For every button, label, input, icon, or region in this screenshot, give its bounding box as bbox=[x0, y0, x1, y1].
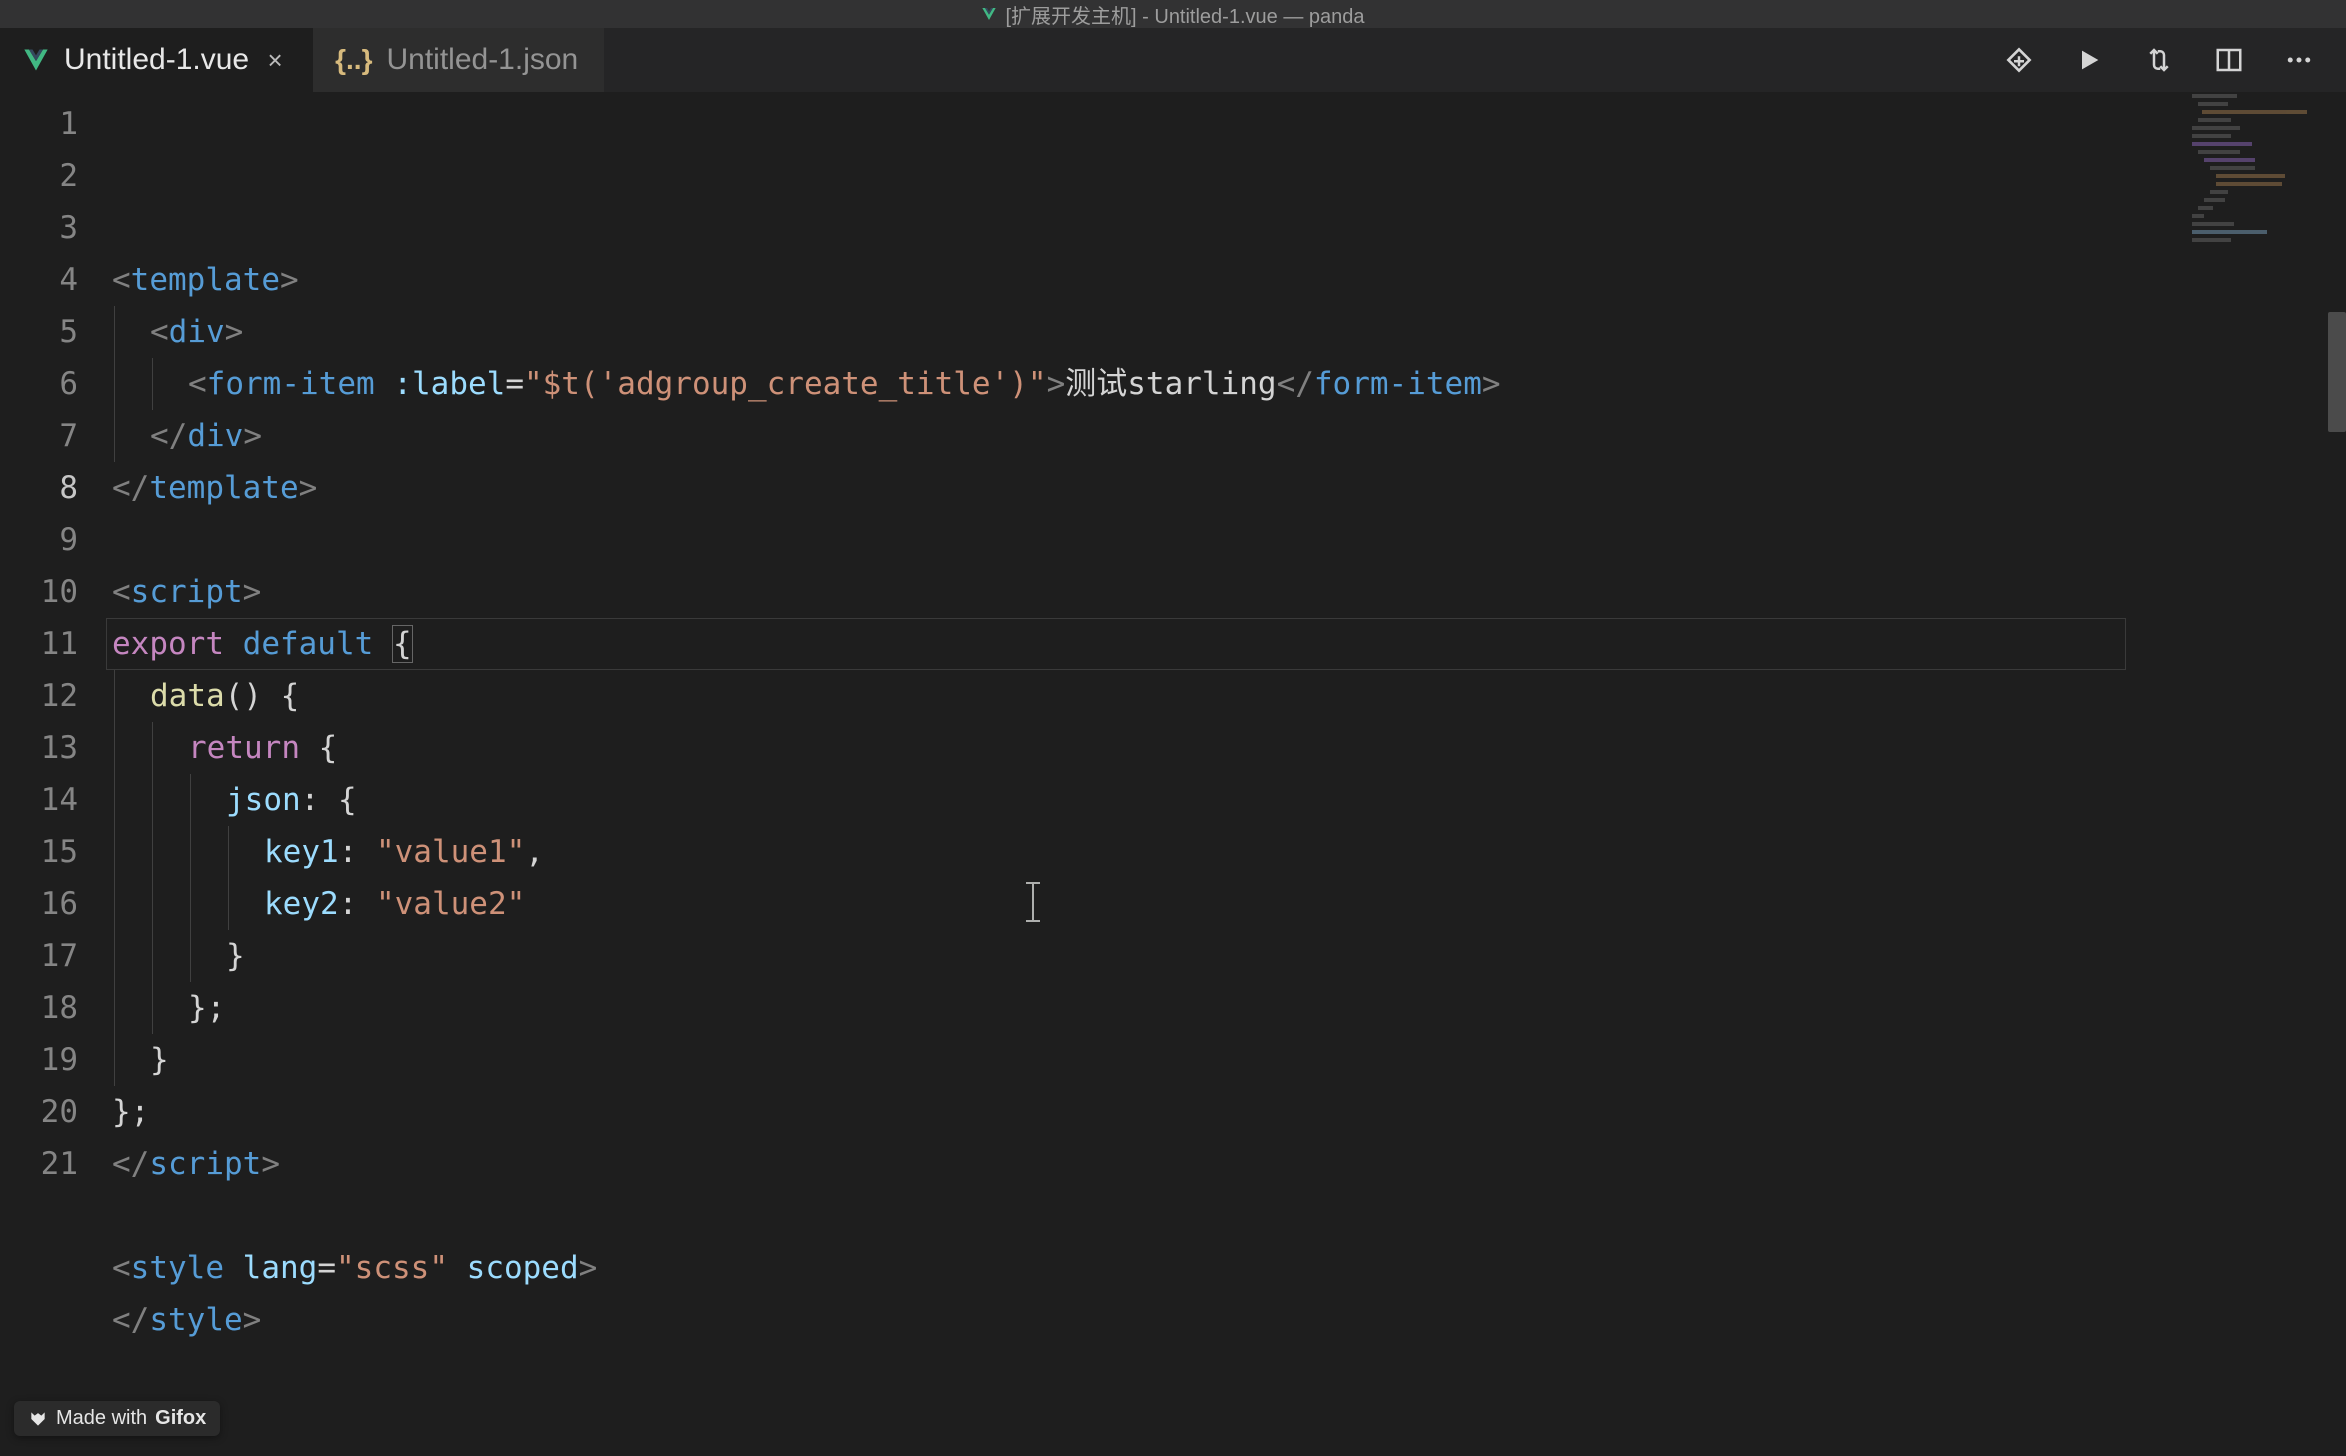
tab-label: Untitled-1.json bbox=[386, 43, 578, 77]
code-line[interactable]: key2: "value2" bbox=[112, 878, 2346, 930]
code-line[interactable]: key1: "value1", bbox=[112, 826, 2346, 878]
line-number: 12 bbox=[0, 670, 78, 722]
more-actions-icon[interactable] bbox=[2282, 43, 2316, 77]
line-number: 18 bbox=[0, 982, 78, 1034]
window-title-text: [扩展开发主机] - Untitled-1.vue — panda bbox=[1005, 0, 1364, 29]
line-number: 3 bbox=[0, 202, 78, 254]
line-number: 9 bbox=[0, 514, 78, 566]
run-icon[interactable] bbox=[2072, 43, 2106, 77]
code-line[interactable]: <form-item :label="$t('adgroup_create_ti… bbox=[112, 358, 2346, 410]
code-line[interactable]: </template> bbox=[112, 462, 2346, 514]
code-content[interactable]: <template><div><form-item :label="$t('ad… bbox=[112, 92, 2346, 1456]
line-number: 10 bbox=[0, 566, 78, 618]
line-number: 20 bbox=[0, 1086, 78, 1138]
line-number: 13 bbox=[0, 722, 78, 774]
editor-tabs-row: Untitled-1.vue × {..} Untitled-1.json bbox=[0, 28, 2346, 92]
code-line[interactable] bbox=[112, 514, 2346, 566]
vue-file-icon bbox=[981, 6, 997, 22]
line-number: 14 bbox=[0, 774, 78, 826]
code-line[interactable]: }; bbox=[112, 982, 2346, 1034]
editor-area[interactable]: 123456789101112131415161718192021 <templ… bbox=[0, 92, 2346, 1456]
close-icon[interactable]: × bbox=[263, 45, 287, 76]
code-line[interactable]: }; bbox=[112, 1086, 2346, 1138]
gifox-text-prefix: Made with bbox=[56, 1407, 147, 1430]
code-line[interactable]: </script> bbox=[112, 1138, 2346, 1190]
line-number: 1 bbox=[0, 98, 78, 150]
code-line[interactable]: </div> bbox=[112, 410, 2346, 462]
line-number: 19 bbox=[0, 1034, 78, 1086]
tab-label: Untitled-1.vue bbox=[64, 43, 249, 77]
json-file-icon: {..} bbox=[335, 44, 372, 76]
code-line[interactable]: json: { bbox=[112, 774, 2346, 826]
gifox-text-brand: Gifox bbox=[155, 1407, 206, 1430]
window-titlebar: [扩展开发主机] - Untitled-1.vue — panda bbox=[0, 0, 2346, 28]
code-line[interactable]: <script> bbox=[112, 566, 2346, 618]
line-number: 17 bbox=[0, 930, 78, 982]
line-number: 16 bbox=[0, 878, 78, 930]
code-line[interactable]: </style> bbox=[112, 1294, 2346, 1346]
tab-untitled-vue[interactable]: Untitled-1.vue × bbox=[0, 28, 313, 92]
line-number: 7 bbox=[0, 410, 78, 462]
gifox-watermark: Made with Gifox bbox=[14, 1401, 220, 1436]
line-number-gutter: 123456789101112131415161718192021 bbox=[0, 92, 112, 1456]
code-line[interactable]: } bbox=[112, 1034, 2346, 1086]
editor-actions bbox=[2002, 28, 2346, 92]
source-control-icon[interactable] bbox=[2002, 43, 2036, 77]
tab-untitled-json[interactable]: {..} Untitled-1.json bbox=[313, 28, 604, 92]
code-line[interactable]: <div> bbox=[112, 306, 2346, 358]
line-number: 6 bbox=[0, 358, 78, 410]
line-number: 5 bbox=[0, 306, 78, 358]
line-number: 2 bbox=[0, 150, 78, 202]
line-number: 21 bbox=[0, 1138, 78, 1190]
code-line[interactable]: <style lang="scss" scoped> bbox=[112, 1242, 2346, 1294]
line-number: 4 bbox=[0, 254, 78, 306]
code-line[interactable]: } bbox=[112, 930, 2346, 982]
code-line[interactable]: return { bbox=[112, 722, 2346, 774]
split-editor-icon[interactable] bbox=[2212, 43, 2246, 77]
line-number: 11 bbox=[0, 618, 78, 670]
scrollbar-thumb[interactable] bbox=[2328, 312, 2346, 432]
line-number: 8 bbox=[0, 462, 78, 514]
compare-changes-icon[interactable] bbox=[2142, 43, 2176, 77]
gifox-logo-icon bbox=[28, 1409, 48, 1429]
code-line[interactable]: data() { bbox=[112, 670, 2346, 722]
code-line[interactable] bbox=[112, 1190, 2346, 1242]
code-line[interactable]: export default { bbox=[112, 618, 2346, 670]
line-number: 15 bbox=[0, 826, 78, 878]
vue-file-icon bbox=[22, 46, 50, 74]
code-line[interactable]: <template> bbox=[112, 254, 2346, 306]
